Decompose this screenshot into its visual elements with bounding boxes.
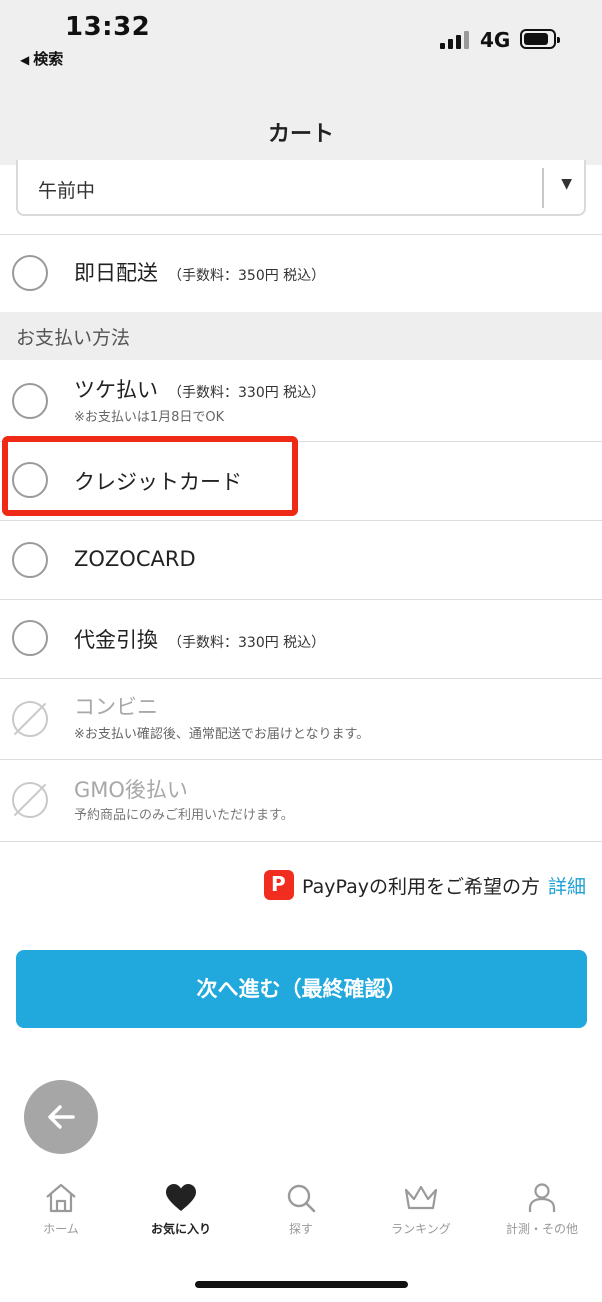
gmo-label: GMO後払い bbox=[74, 778, 188, 802]
tab-bar: ホーム お気に入り 探す ランキング 計測・その他 bbox=[0, 1172, 602, 1252]
tab-home[interactable]: ホーム bbox=[1, 1172, 121, 1237]
nav-bar: カート bbox=[0, 80, 602, 165]
tab-ranking-label: ランキング bbox=[391, 1222, 451, 1236]
crown-icon bbox=[404, 1185, 438, 1210]
payment-option-convenience-store: コンビニ ※お支払い確認後、通常配送でお届けとなります。 bbox=[0, 679, 602, 759]
back-to-app-link[interactable]: ◀ 検索 bbox=[20, 48, 63, 69]
back-app-label: 検索 bbox=[33, 50, 64, 68]
select-divider bbox=[542, 168, 544, 208]
divider bbox=[0, 841, 602, 842]
payment-section-header: お支払い方法 bbox=[0, 312, 602, 360]
tab-favorites-label: お気に入り bbox=[150, 1222, 211, 1236]
cod-label-wrap: 代金引換 （手数料：330円 税込） bbox=[74, 624, 325, 654]
dropdown-arrow-icon: ▼ bbox=[561, 176, 572, 192]
highlight-box bbox=[2, 436, 298, 516]
page-title: カート bbox=[267, 122, 334, 147]
person-icon bbox=[528, 1183, 556, 1212]
gmo-disabled-icon bbox=[12, 782, 48, 818]
home-icon bbox=[46, 1183, 76, 1213]
arrow-left-icon bbox=[48, 1105, 75, 1129]
tsuke-note: ※お支払いは1月8日でOK bbox=[74, 410, 225, 425]
delivery-time-select[interactable]: 午前中 ▼ bbox=[16, 160, 586, 216]
status-time: 13:32 bbox=[65, 12, 151, 42]
tab-ranking[interactable]: ランキング bbox=[361, 1172, 481, 1237]
zozocard-radio[interactable] bbox=[12, 542, 48, 578]
tsuke-label: ツケ払い bbox=[74, 378, 158, 402]
cod-label: 代金引換 bbox=[74, 628, 158, 652]
convenience-note: ※お支払い確認後、通常配送でお届けとなります。 bbox=[74, 727, 370, 742]
tab-home-label: ホーム bbox=[43, 1222, 79, 1236]
paypay-details-link[interactable]: 詳細 bbox=[548, 872, 586, 899]
paypay-row: P PayPayの利用をご希望の方 詳細 bbox=[264, 870, 586, 900]
same-day-fee: （手数料：350円 税込） bbox=[168, 268, 326, 284]
signal-icon bbox=[440, 31, 470, 49]
search-icon bbox=[287, 1184, 316, 1213]
payment-section-title: お支払い方法 bbox=[16, 327, 131, 349]
payment-option-tsuke[interactable]: ツケ払い （手数料：330円 税込） ※お支払いは1月8日でOK bbox=[0, 360, 602, 442]
battery-icon bbox=[520, 29, 560, 49]
same-day-label: 即日配送 bbox=[74, 261, 158, 285]
same-day-delivery-option[interactable]: 即日配送 （手数料：350円 税込） bbox=[0, 235, 602, 312]
same-day-label-wrap: 即日配送 （手数料：350円 税込） bbox=[74, 257, 325, 287]
back-button[interactable] bbox=[24, 1080, 98, 1154]
heart-icon bbox=[166, 1184, 196, 1211]
same-day-radio[interactable] bbox=[12, 255, 48, 291]
tab-search-label: 探す bbox=[288, 1222, 313, 1236]
tsuke-label-wrap: ツケ払い （手数料：330円 税込） bbox=[74, 374, 325, 404]
status-bar: 13:32 ◀ 検索 4G bbox=[0, 0, 602, 80]
paypay-text: PayPayの利用をご希望の方 bbox=[302, 875, 540, 898]
tab-measure-other[interactable]: 計測・その他 bbox=[482, 1172, 602, 1237]
home-indicator bbox=[195, 1281, 408, 1288]
tsuke-fee: （手数料：330円 税込） bbox=[168, 385, 326, 401]
back-triangle-icon: ◀ bbox=[20, 53, 30, 67]
network-label: 4G bbox=[480, 28, 511, 52]
next-final-confirm-button[interactable]: 次へ進む（最終確認） bbox=[16, 950, 587, 1028]
gmo-note: 予約商品にのみご利用いただけます。 bbox=[74, 808, 294, 823]
payment-option-gmo: GMO後払い 予約商品にのみご利用いただけます。 bbox=[0, 760, 602, 841]
zozocard-label: ZOZOCARD bbox=[74, 547, 196, 571]
cod-radio[interactable] bbox=[12, 620, 48, 656]
tab-measure-other-label: 計測・その他 bbox=[505, 1222, 578, 1236]
convenience-disabled-icon bbox=[12, 701, 48, 737]
paypay-icon: P bbox=[264, 870, 294, 900]
convenience-label: コンビニ bbox=[74, 695, 158, 719]
payment-option-cod[interactable]: 代金引換 （手数料：330円 税込） bbox=[0, 600, 602, 678]
delivery-time-value: 午前中 bbox=[38, 180, 96, 202]
cod-fee: （手数料：330円 税込） bbox=[168, 635, 326, 651]
payment-option-zozocard[interactable]: ZOZOCARD bbox=[0, 521, 602, 599]
tsuke-radio[interactable] bbox=[12, 383, 48, 419]
tab-favorites[interactable]: お気に入り bbox=[121, 1172, 241, 1237]
tab-search[interactable]: 探す bbox=[241, 1172, 361, 1237]
